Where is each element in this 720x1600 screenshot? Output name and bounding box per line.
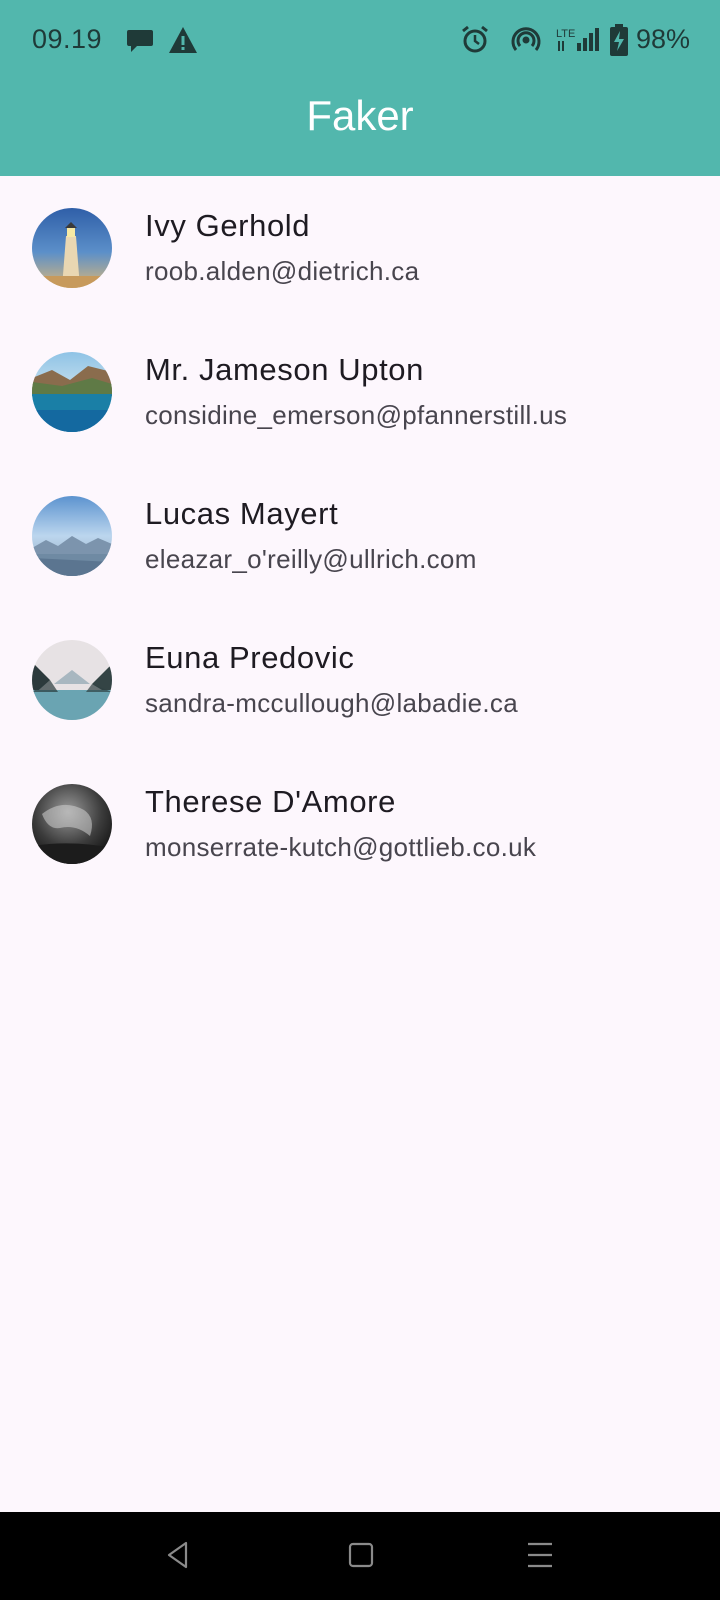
contact-email: sandra-mccullough@labadie.ca [145,688,518,718]
chat-bubble-icon [127,30,153,52]
app-header: 09.19 LTE 98% Faker [0,0,720,176]
avatar [32,352,112,432]
page-title: Faker [306,92,414,139]
status-bar: 09.19 LTE 98% [0,0,720,80]
avatar [32,640,112,720]
battery-percentage: 98% [636,24,691,54]
home-icon[interactable] [348,1540,374,1570]
alarm-icon [462,25,488,53]
list-item[interactable]: Mr. Jameson Upton considine_emerson@pfan… [0,320,720,464]
avatar [32,784,112,864]
list-item[interactable]: Ivy Gerhold roob.alden@dietrich.ca [0,176,720,320]
avatar [32,208,112,288]
contact-email: monserrate-kutch@gottlieb.co.uk [145,832,537,862]
avatar [32,496,112,576]
list-item[interactable]: Therese D'Amore monserrate-kutch@gottlie… [0,752,720,896]
contact-name: Ivy Gerhold [145,208,311,243]
warning-icon [169,27,197,53]
status-time: 09.19 [32,24,103,54]
svg-text:LTE: LTE [556,28,575,40]
contact-email: eleazar_o'reilly@ullrich.com [145,544,477,574]
contact-name: Lucas Mayert [145,496,339,531]
contact-email: considine_emerson@pfannerstill.us [145,400,568,430]
grayscale-photo [32,784,112,864]
back-icon[interactable] [164,1540,192,1570]
list-item[interactable]: Lucas Mayert eleazar_o'reilly@ullrich.co… [0,464,720,608]
system-nav-bar [0,1512,720,1600]
menu-icon[interactable] [526,1540,554,1570]
misty-mountains-photo [32,496,112,576]
mountain-lake-photo [32,640,112,720]
lte-signal-icon: LTE [556,28,599,51]
hotspot-icon [511,27,541,51]
contact-name: Therese D'Amore [145,784,396,819]
coastal-cliff-photo [32,352,112,432]
list-item[interactable]: Euna Predovic sandra-mccullough@labadie.… [0,608,720,752]
lighthouse-photo [32,208,112,288]
battery-charging-icon [610,24,628,56]
contact-email: roob.alden@dietrich.ca [145,256,420,286]
contact-name: Euna Predovic [145,640,355,675]
contact-name: Mr. Jameson Upton [145,352,424,387]
